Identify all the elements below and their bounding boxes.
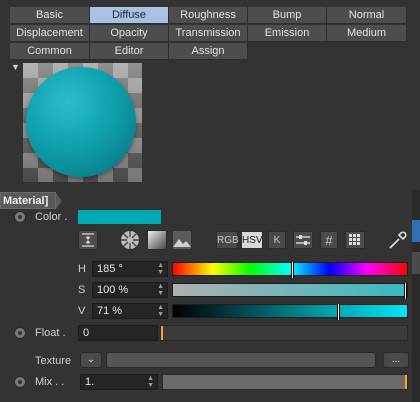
swatch-grid-icon[interactable] [345, 231, 365, 249]
hex-mode-button[interactable]: # [320, 231, 338, 249]
tab-emission[interactable]: Emission [248, 25, 327, 42]
tab-basic[interactable]: Basic [10, 7, 90, 24]
eyedropper-icon[interactable] [388, 230, 408, 250]
color-label: Color . [35, 211, 68, 223]
material-tag: Material] [0, 192, 56, 209]
kelvin-mode-button[interactable]: K [268, 231, 286, 249]
texture-slot[interactable] [106, 352, 376, 368]
color-wheel-icon[interactable] [120, 230, 140, 250]
mix-stepper[interactable]: ▲ ▼ [147, 375, 154, 389]
texture-dropdown[interactable]: ⌄ [80, 352, 102, 368]
hsv-mode-button[interactable]: HSV [241, 231, 263, 249]
hue-value: 185 ° [97, 263, 123, 275]
hue-stepper[interactable]: ▲ ▼ [157, 262, 164, 276]
chevron-down-icon: ⌄ [86, 354, 96, 365]
side-tab-gray[interactable] [412, 252, 420, 274]
saturation-stepper[interactable]: ▲ ▼ [157, 283, 164, 297]
hue-marker[interactable] [291, 262, 294, 278]
collapse-chevron-icon[interactable]: ▼ [11, 62, 20, 72]
value-label: V [78, 305, 86, 317]
tab-medium[interactable]: Medium [327, 25, 407, 42]
saturation-value: 100 % [97, 284, 129, 296]
hue-slider[interactable] [172, 262, 408, 278]
compress-icon[interactable] [78, 230, 98, 250]
tab-opacity[interactable]: Opacity [90, 25, 169, 42]
hue-input[interactable]: 185 ° ▲ ▼ [92, 261, 168, 277]
mix-label: Mix . . [35, 376, 65, 388]
mix-animate-radio[interactable] [14, 376, 26, 388]
saturation-marker[interactable] [404, 283, 407, 299]
image-picker-icon[interactable] [172, 230, 192, 250]
float-label: Float . [35, 327, 66, 339]
preview-sphere [26, 67, 136, 177]
material-tag-tail [56, 193, 62, 209]
hue-label: H [78, 263, 86, 275]
tab-roughness[interactable]: Roughness [169, 7, 248, 24]
color-swatch[interactable] [78, 210, 161, 224]
float-marker [161, 326, 163, 340]
saturation-input[interactable]: 100 % ▲ ▼ [92, 282, 168, 298]
tab-assign[interactable]: Assign [169, 43, 248, 60]
value-slider[interactable] [172, 304, 408, 320]
material-preview[interactable] [23, 63, 142, 182]
float-animate-radio[interactable] [14, 327, 26, 339]
saturation-slider[interactable] [172, 283, 408, 299]
side-panel-strip [412, 190, 420, 402]
side-tab-blue[interactable] [412, 220, 420, 242]
gradient-spectrum-icon[interactable] [147, 230, 167, 250]
float-slider[interactable] [160, 325, 408, 341]
texture-browse-button[interactable]: ... [383, 352, 409, 368]
color-animate-radio[interactable] [14, 211, 26, 223]
float-input[interactable]: 0 [78, 325, 158, 341]
texture-label: Texture [35, 355, 72, 367]
tab-normal[interactable]: Normal [327, 7, 407, 24]
float-value: 0 [83, 327, 90, 339]
tab-displacement[interactable]: Displacement [10, 25, 90, 42]
mix-value: 1. [85, 376, 95, 388]
saturation-label: S [78, 284, 86, 296]
value-input[interactable]: 71 % ▲ ▼ [92, 303, 168, 319]
mix-marker [405, 375, 407, 389]
tab-diffuse[interactable]: Diffuse [90, 7, 169, 24]
tab-transmission[interactable]: Transmission [169, 25, 248, 42]
tab-bump[interactable]: Bump [248, 7, 327, 24]
mixer-sliders-icon[interactable] [293, 231, 313, 249]
value-marker[interactable] [337, 304, 340, 320]
tab-common[interactable]: Common [10, 43, 90, 60]
rgb-mode-button[interactable]: RGB [216, 231, 239, 249]
mix-input[interactable]: 1. ▲ ▼ [80, 374, 158, 390]
value-value: 71 % [97, 305, 123, 317]
mix-slider[interactable] [162, 374, 408, 390]
tab-editor[interactable]: Editor [90, 43, 169, 60]
value-stepper[interactable]: ▲ ▼ [157, 304, 164, 318]
